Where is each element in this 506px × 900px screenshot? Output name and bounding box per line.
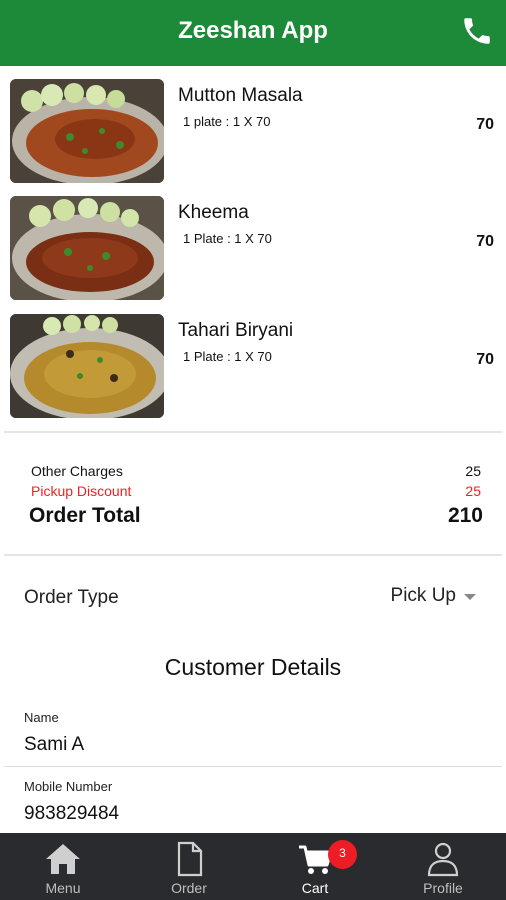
item-price: 70 — [476, 233, 494, 250]
other-charges-label: Other Charges — [31, 463, 123, 479]
cart-count-badge: 3 — [328, 840, 357, 869]
tab-menu[interactable]: Menu — [0, 833, 126, 900]
phone-icon[interactable] — [460, 14, 494, 48]
item-name: Kheema — [178, 202, 249, 223]
item-quantity: 1 Plate : 1 X 70 — [183, 349, 272, 364]
order-total-value: 210 — [447, 504, 483, 527]
other-charges-value: 25 — [465, 463, 481, 479]
cart-item[interactable]: Tahari Biryani 1 Plate : 1 X 70 70 — [10, 314, 496, 420]
item-name: Tahari Biryani — [178, 320, 294, 341]
dropdown-arrow-icon — [464, 594, 476, 600]
customer-details-title: Customer Details — [164, 654, 342, 680]
app-header: Zeeshan App — [0, 0, 506, 66]
tab-profile[interactable]: Profile — [380, 833, 506, 900]
tab-label: Cart — [301, 880, 329, 896]
item-quantity: 1 plate : 1 X 70 — [183, 114, 271, 129]
document-icon — [177, 841, 203, 877]
mobile-field-label: Mobile Number — [24, 779, 113, 794]
bottom-tab-bar: Menu Order Cart Profile — [0, 833, 506, 900]
mobile-number-field[interactable]: 983829484 — [24, 803, 119, 825]
pickup-discount-value: 25 — [465, 483, 481, 499]
food-image-kheema — [10, 196, 164, 300]
tab-label: Menu — [45, 880, 81, 896]
tab-label: Profile — [423, 880, 463, 896]
divider — [4, 554, 502, 556]
order-type-value: Pick Up — [390, 585, 456, 606]
cart-item[interactable]: Kheema 1 Plate : 1 X 70 70 — [10, 196, 496, 302]
name-field-label: Name — [24, 710, 59, 725]
item-price: 70 — [476, 351, 494, 368]
food-image-mutton-masala — [10, 79, 164, 183]
order-type-dropdown[interactable]: Pick Up — [391, 585, 476, 607]
tab-label: Order — [171, 880, 207, 896]
tab-order[interactable]: Order — [126, 833, 252, 900]
field-underline — [4, 766, 502, 767]
app-title: Zeeshan App — [178, 17, 328, 44]
tab-cart[interactable]: Cart — [252, 833, 378, 900]
person-icon — [427, 842, 459, 877]
cart-item[interactable]: Mutton Masala 1 plate : 1 X 70 70 — [10, 79, 496, 185]
order-total-label: Order Total — [29, 504, 141, 527]
home-icon — [46, 844, 80, 874]
name-field[interactable]: Sami A — [24, 734, 84, 756]
item-quantity: 1 Plate : 1 X 70 — [183, 231, 272, 246]
item-name: Mutton Masala — [178, 85, 303, 106]
food-image-tahari-biryani — [10, 314, 164, 418]
item-price: 70 — [476, 116, 494, 133]
divider — [4, 431, 502, 433]
order-type-label: Order Type — [24, 587, 119, 608]
pickup-discount-label: Pickup Discount — [31, 483, 132, 499]
